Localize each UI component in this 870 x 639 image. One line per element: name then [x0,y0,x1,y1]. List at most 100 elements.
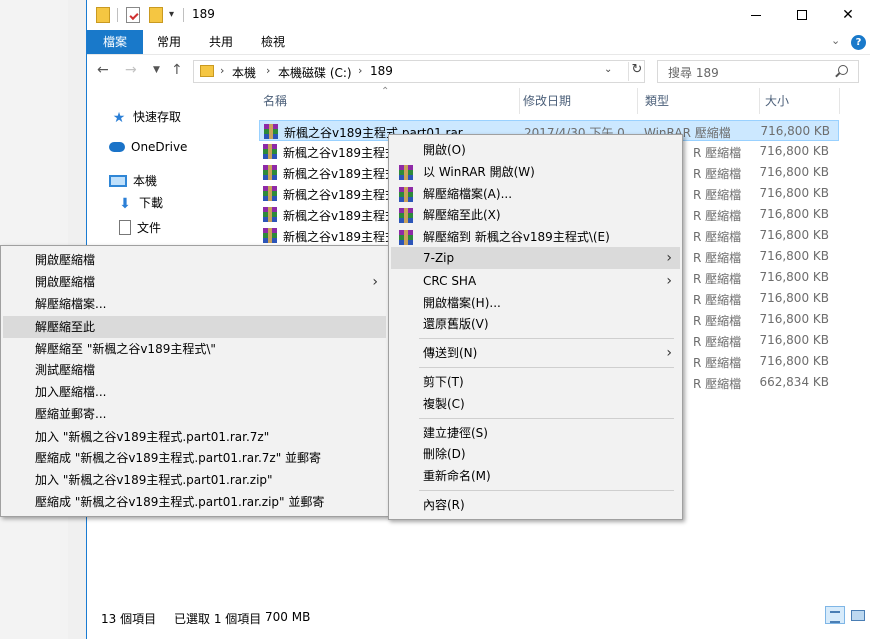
winrar-archive-icon [264,124,278,139]
file-size: 716,800 KB [759,207,829,221]
nav-downloads[interactable]: ⬇ 下載 [117,194,164,212]
tab-share[interactable]: 共用 [201,30,241,54]
file-size: 716,800 KB [759,312,829,326]
title-bar: ▾ 189 ✕ [87,0,870,30]
breadcrumb-separator-icon[interactable]: › [358,64,362,77]
navigation-bar: ← → ▼ ↑ › 本機 › 本機磁碟 (C:) › 189 ⌄ ↻ 搜尋 18… [87,54,870,88]
menu-item-winrar-extract-to-folder[interactable]: 解壓縮到 新楓之谷v189主程式\(E) [391,226,680,248]
column-header-name[interactable]: 名稱 [247,88,519,114]
column-header-type[interactable]: 類型 [637,88,759,114]
breadcrumb-separator-icon[interactable]: › [266,64,270,77]
nav-documents[interactable]: 文件 [119,219,161,236]
menu-item-add-to-archive[interactable]: 加入壓縮檔... [3,381,386,403]
file-size: 716,800 KB [759,333,829,347]
menu-item-copy[interactable]: 複製(C) [391,393,680,415]
winrar-archive-icon [263,207,277,222]
status-selected-count: 已選取 1 個項目 [174,612,262,626]
new-folder-icon[interactable] [149,7,163,23]
cloud-icon [109,142,125,152]
back-arrow-icon[interactable]: ← [97,62,109,78]
address-history-chevron-icon[interactable]: ⌄ [604,64,612,75]
menu-item-test-archive[interactable]: 測試壓縮檔 [3,359,386,381]
search-placeholder: 搜尋 189 [668,66,719,80]
ribbon-expand-chevron-icon[interactable]: ⌄ [831,34,840,47]
column-header-size[interactable]: 大小 [759,88,839,114]
menu-item-compress-and-email[interactable]: 壓縮並郵寄... [3,403,386,425]
nav-quick-access[interactable]: ★ 快速存取 [111,108,181,126]
menu-item-add-to-zip[interactable]: 加入 "新楓之谷v189主程式.part01.rar.zip" [3,469,386,491]
menu-item-winrar-extract-files[interactable]: 解壓縮檔案(A)... [391,183,680,205]
title-divider [183,8,184,22]
menu-item-open-archive[interactable]: 開啟壓縮檔 [3,249,386,271]
help-icon[interactable]: ? [851,35,866,50]
tab-view[interactable]: 檢視 [253,30,293,54]
menu-item-7zip[interactable]: 7-Zip › [391,247,680,269]
file-size: 716,800 KB [759,291,829,305]
document-icon [119,220,131,235]
file-size: 716,800 KB [759,228,829,242]
column-header-date[interactable]: 修改日期 [519,88,637,114]
menu-divider [419,490,674,491]
menu-item-rename[interactable]: 重新命名(M) [391,465,680,487]
file-size: 716,800 KB [759,270,829,284]
recent-locations-chevron-icon[interactable]: ▼ [153,65,160,75]
status-item-count: 13 個項目 [101,612,157,626]
winrar-icon [399,230,413,245]
address-folder-icon [200,65,214,77]
nav-downloads-label: 下載 [139,196,164,210]
menu-item-compress-zip-email[interactable]: 壓縮成 "新楓之谷v189主程式.part01.rar.zip" 並郵寄 [3,491,386,513]
customize-toolbar-chevron-icon[interactable]: ▾ [169,9,174,20]
context-menu: 開啟(O) 以 WinRAR 開啟(W) 解壓縮檔案(A)... 解壓縮至此(X… [388,134,683,520]
forward-arrow-icon[interactable]: → [125,62,137,78]
menu-item-add-to-7z[interactable]: 加入 "新楓之谷v189主程式.part01.rar.7z" [3,426,386,448]
menu-item-open[interactable]: 開啟(O) [391,139,680,161]
chevron-right-icon: › [666,273,672,289]
file-size: 662,834 KB [759,375,829,389]
menu-item-extract-here[interactable]: 解壓縮至此 [3,316,386,338]
details-view-icon[interactable] [825,606,845,624]
menu-item-crc-sha[interactable]: CRC SHA › [391,270,680,292]
menu-item-cut[interactable]: 剪下(T) [391,371,680,393]
breadcrumb-folder[interactable]: 189 [370,64,393,78]
menu-item-delete[interactable]: 刪除(D) [391,443,680,465]
file-name: 新楓之谷v189主程式 [283,209,391,223]
menu-item-create-shortcut[interactable]: 建立捷徑(S) [391,422,680,444]
winrar-archive-icon [263,165,277,180]
maximize-button[interactable] [779,0,825,30]
menu-item-open-file[interactable]: 開啟檔案(H)... [391,292,680,314]
search-box[interactable]: 搜尋 189 [657,60,859,83]
tab-file[interactable]: 檔案 [87,30,143,54]
refresh-icon[interactable]: ↻ [628,62,645,81]
breadcrumb-local-disk[interactable]: 本機磁碟 (C:) [278,64,352,81]
menu-item-send-to[interactable]: 傳送到(N) › [391,342,680,364]
file-name: 新楓之谷v189主程式 [283,188,391,202]
menu-item-extract-files[interactable]: 解壓縮檔案... [3,293,386,315]
nav-documents-label: 文件 [137,221,162,235]
tab-home[interactable]: 常用 [149,30,189,54]
menu-item-open-with-winrar[interactable]: 以 WinRAR 開啟(W) [391,161,680,183]
menu-item-extract-to-folder[interactable]: 解壓縮至 "新楓之谷v189主程式\" [3,338,386,360]
address-bar[interactable]: › 本機 › 本機磁碟 (C:) › 189 ⌄ ↻ [193,60,645,83]
breadcrumb-separator-icon[interactable]: › [220,64,224,77]
star-icon: ★ [112,109,126,126]
maximize-icon [797,10,807,20]
menu-divider [419,367,674,368]
menu-item-compress-7z-email[interactable]: 壓縮成 "新楓之谷v189主程式.part01.rar.7z" 並郵寄 [3,447,386,469]
close-button[interactable]: ✕ [825,0,870,30]
folder-icon [96,7,110,23]
properties-icon[interactable] [126,7,140,23]
breadcrumb-this-pc[interactable]: 本機 [232,64,256,81]
chevron-right-icon: › [666,345,672,361]
menu-item-properties[interactable]: 內容(R) [391,494,680,516]
nav-onedrive[interactable]: OneDrive [109,140,187,154]
window-title: 189 [192,7,215,21]
column-divider[interactable] [839,88,840,114]
up-arrow-icon[interactable]: ↑ [171,62,183,78]
large-icons-view-icon[interactable] [847,606,867,624]
nav-this-pc[interactable]: 本機 [109,172,157,189]
minimize-button[interactable] [733,0,779,30]
file-size: 716,800 KB [759,165,829,179]
menu-item-winrar-extract-here[interactable]: 解壓縮至此(X) [391,204,680,226]
menu-item-open-archive-sub[interactable]: 開啟壓縮檔 › [3,271,386,293]
menu-item-restore-previous[interactable]: 還原舊版(V) [391,313,680,335]
